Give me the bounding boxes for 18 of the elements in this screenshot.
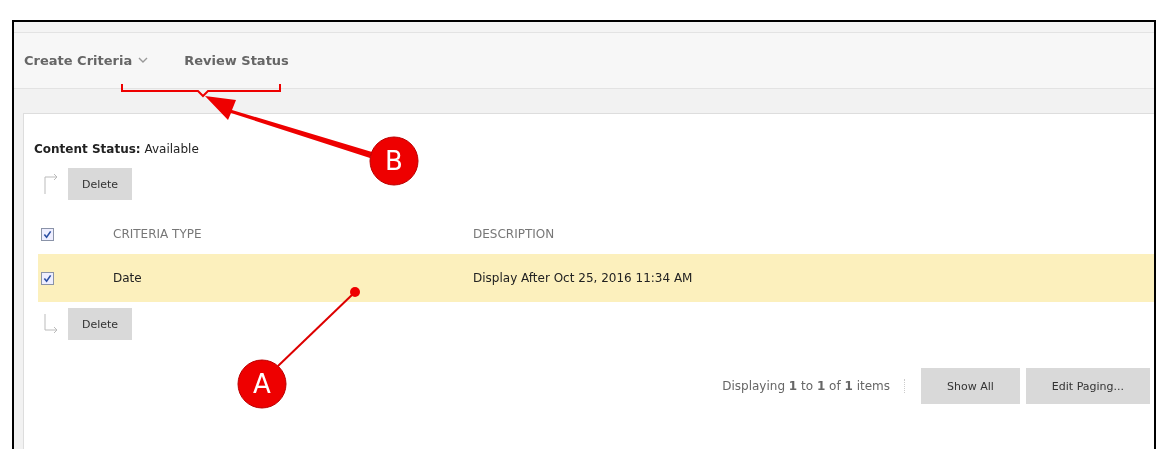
review-status-link[interactable]: Review Status bbox=[184, 53, 289, 68]
edit-paging-button[interactable]: Edit Paging... bbox=[1025, 368, 1150, 404]
table-cell: Display After Oct 25, 2016 11:34 AM bbox=[473, 271, 693, 285]
caret-icon bbox=[138, 57, 149, 64]
checkbox[interactable] bbox=[41, 227, 54, 241]
delete-button[interactable]: Delete bbox=[68, 308, 133, 340]
table-row[interactable]: Date Display After Oct 25, 2016 11:34 AM bbox=[38, 254, 1154, 302]
checkbox[interactable] bbox=[41, 271, 54, 285]
show-all-button[interactable]: Show All bbox=[921, 368, 1020, 404]
delete-button[interactable]: Delete bbox=[68, 168, 133, 200]
create-criteria-menu[interactable]: Create Criteria bbox=[24, 53, 149, 68]
callout-badge: A bbox=[237, 359, 287, 409]
column-header[interactable]: CRITERIA TYPE bbox=[113, 227, 473, 241]
column-header[interactable]: DESCRIPTION bbox=[473, 227, 555, 241]
paging-summary: Displaying 1 to 1 of 1 items bbox=[722, 379, 905, 393]
content-status-text: Content Status: Available bbox=[34, 142, 200, 156]
callout-badge: B bbox=[369, 136, 419, 186]
table-cell-text: Date bbox=[113, 271, 143, 285]
